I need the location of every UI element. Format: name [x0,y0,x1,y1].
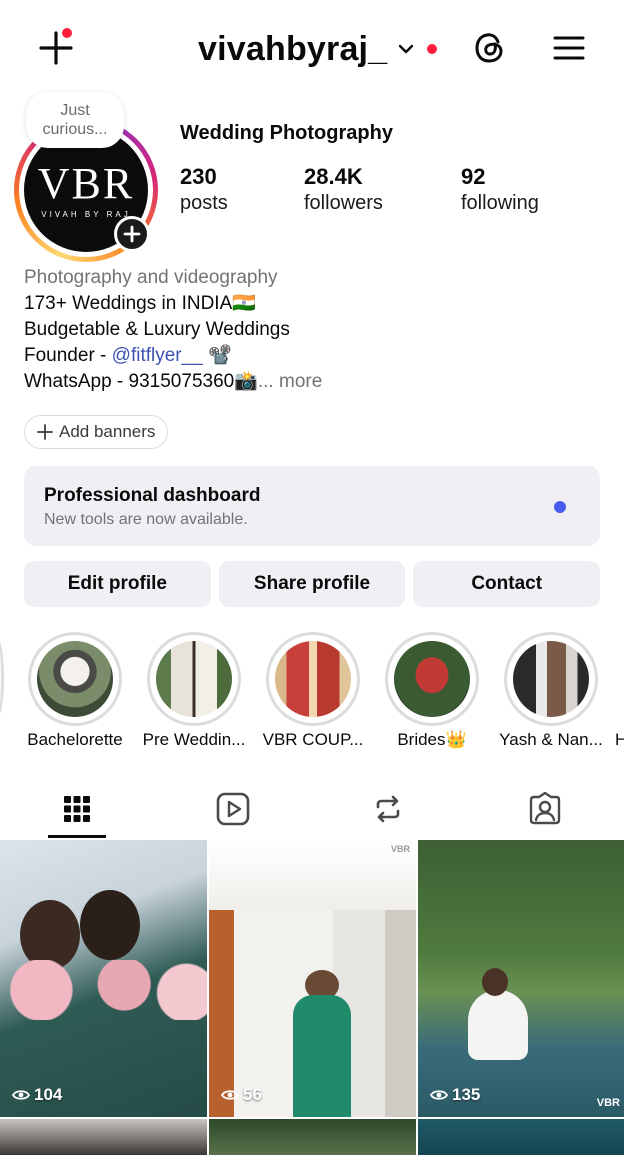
bio-text: WhatsApp - 9315075360📸 [24,371,258,392]
post-view-count: 104 [12,1085,62,1105]
account-switcher[interactable]: vivahbyraj_ [198,28,438,70]
view-count: 135 [452,1085,481,1104]
avatar-logo: VBR [37,158,135,208]
post-thumbnail[interactable]: VBR 56 [209,840,416,1117]
dashboard-subtitle: New tools are now available. [44,511,248,528]
add-story-button[interactable] [114,216,150,252]
reposts-tab[interactable] [358,780,418,838]
bio-mention-link[interactable]: @fitflyer__ [112,345,203,366]
hamburger-menu-icon [553,36,585,60]
username: vivahbyraj_ [198,29,388,68]
highlight-cover [156,641,232,717]
highlight-label: Brides👑 [397,730,467,749]
notification-dot [427,44,438,54]
bio-line: Budgetable & Luxury Weddings [24,319,290,340]
note-line: curious... [42,121,108,138]
top-bar: vivahbyraj_ [0,0,624,96]
grid-icon [64,796,90,822]
post-view-count: 56 [221,1085,262,1105]
eye-icon [221,1090,239,1100]
dashboard-title: Professional dashboard [44,485,261,506]
share-profile-button[interactable]: Share profile [218,561,406,607]
profile-bio: Photography and videography 173+ Wedding… [24,265,604,395]
followers-stat[interactable]: 28.4K followers [304,164,383,216]
notification-dot [62,28,72,38]
plus-icon [123,225,141,243]
watermark: VBR [596,1097,620,1109]
highlight-label: Yash & Nan... [499,730,603,749]
highlight-cover [275,641,351,717]
highlight-ring [147,632,241,726]
tagged-person-icon [529,792,561,825]
bio-line: WhatsApp - 9315075360📸... more [24,369,604,395]
create-post-button[interactable] [38,28,74,66]
highlight-label: Pre Weddin... [142,730,246,749]
bio-line: Founder - @fitflyer__ 📽️ [24,343,604,369]
highlight-label: H [615,730,624,749]
grid-tab[interactable] [47,780,107,838]
threads-icon [475,33,503,63]
bio-line: 173+ Weddings in INDIA🇮🇳 [24,293,256,314]
highlight-ring [385,632,479,726]
tagged-tab[interactable] [515,780,575,838]
view-count: 104 [34,1085,63,1104]
highlight-ring [28,632,122,726]
eye-icon [430,1090,448,1100]
post-thumbnail[interactable] [0,1119,207,1155]
posts-stat[interactable]: 230 posts [180,164,228,216]
story-highlights: Bachelorette Pre Weddin... VBR COUP... B… [0,630,624,760]
stat-value: 230 [180,164,217,189]
stat-value: 92 [461,164,486,189]
post-thumbnail[interactable]: 104 [0,840,207,1117]
post-thumbnail[interactable] [418,1119,624,1155]
bio-category: Photography and videography [24,267,278,288]
menu-button[interactable] [552,32,586,64]
highlight-cover [394,641,470,717]
highlight-cover [513,641,589,717]
edit-profile-button[interactable]: Edit profile [24,561,211,607]
bio-text: Founder - [24,345,112,366]
stat-label: followers [304,192,383,214]
avatar-logo-sub: VIVAH BY RAJ [41,209,131,219]
eye-icon [12,1090,30,1100]
highlight-cover [37,641,113,717]
threads-button[interactable] [472,30,508,66]
post-thumbnail[interactable] [209,1119,416,1155]
profile-tabs [0,780,624,840]
profile-display-name: Wedding Photography [180,122,393,144]
post-thumbnail[interactable]: VBR 135 [418,840,624,1117]
highlight-label: VBR COUP... [262,730,364,749]
stat-label: posts [180,192,228,214]
stat-label: following [461,192,539,214]
note-bubble[interactable]: Just curious... [26,92,124,148]
chevron-down-icon [399,44,414,54]
profile-actions: Edit profile Share profile Contact [24,561,601,607]
reels-icon [216,792,250,826]
repost-icon [376,795,400,823]
new-indicator-dot [554,501,566,513]
professional-dashboard-card[interactable]: Professional dashboard New tools are now… [24,466,600,546]
bio-text: 📽️ [202,345,232,366]
bio-more-link[interactable]: ... more [258,371,322,392]
highlight-ring [504,632,598,726]
reels-tab[interactable] [203,780,263,838]
note-line: Just [60,102,90,119]
view-count: 56 [243,1085,262,1104]
following-stat[interactable]: 92 following [461,164,539,216]
post-view-count: 135 [430,1085,480,1105]
add-banners-button[interactable]: Add banners [24,415,169,449]
highlight-ring [266,632,360,726]
plus-icon [37,424,53,440]
highlight-label: Bachelorette [27,730,123,749]
add-banners-label: Add banners [59,422,156,441]
active-tab-indicator [48,835,106,838]
contact-button[interactable]: Contact [413,561,601,607]
posts-grid: 104 VBR 56 VBR 135 [0,840,624,1155]
stat-value: 28.4K [304,164,363,189]
watermark: VBR [390,844,410,854]
